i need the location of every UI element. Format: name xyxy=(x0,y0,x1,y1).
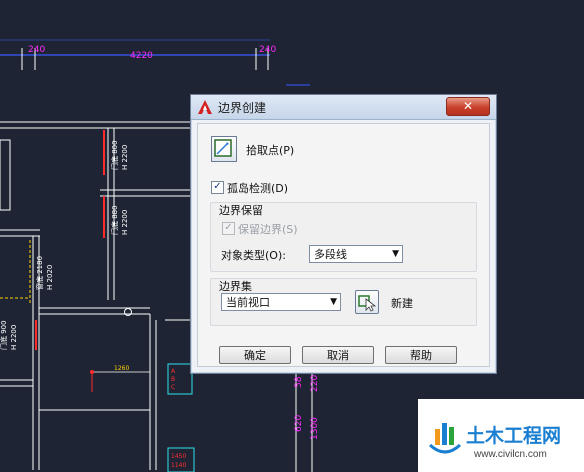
close-button[interactable]: ✕ xyxy=(446,97,490,116)
side-label-c: C xyxy=(171,384,175,391)
retain-boundary-label: 保留边界(S) xyxy=(238,223,298,236)
side-label-a: A xyxy=(171,368,176,375)
dim-1300: 1300 xyxy=(310,417,320,440)
dim-58: 58 xyxy=(294,376,304,388)
dialog-title: 边界创建 xyxy=(218,101,267,115)
window-annotation-1: 窗底 2180 xyxy=(35,256,44,290)
dim-220: 220 xyxy=(310,375,320,392)
door-annotation-1: 门底 800 xyxy=(110,140,119,170)
door-annotation-6: H 2200 xyxy=(10,325,18,350)
dim-label-240-left: 240 xyxy=(28,45,45,55)
door-marks xyxy=(35,130,105,350)
side-label-1140: 1140 xyxy=(171,462,186,469)
watermark-url: www.civilcn.com xyxy=(474,449,547,460)
dim-label-240-right: 240 xyxy=(259,45,276,55)
dialog-titlebar[interactable]: 边界创建 ✕ xyxy=(191,95,496,120)
side-label-1450: 1450 xyxy=(171,453,186,460)
chevron-down-icon: ▼ xyxy=(330,297,337,307)
boundary-set-select[interactable]: 当前视口 ▼ xyxy=(221,293,341,311)
dim-label-4220: 4220 xyxy=(130,51,153,61)
walls xyxy=(0,121,190,470)
boundary-retention-group: 边界保留 ✓ 保留边界(S) 对象类型(O): 多段线 ▼ xyxy=(210,202,477,272)
window-annotation-2: H 2020 xyxy=(46,265,54,290)
boundary-retention-group-label: 边界保留 xyxy=(219,204,263,217)
pick-points-button[interactable] xyxy=(211,136,237,162)
top-dimension: 240 4220 240 xyxy=(0,39,276,70)
pick-points-label: 拾取点(P) xyxy=(246,144,295,157)
select-objects-icon xyxy=(358,295,377,312)
chevron-down-icon: ▼ xyxy=(392,249,399,259)
interior-dimension: 1260 xyxy=(90,365,150,392)
boundary-set-value: 当前视口 xyxy=(226,296,270,309)
boundary-creation-dialog: 边界创建 ✕ 拾取点(P) ✓ 孤岛检测(D) 边界保留 ✓ 保留边界(S) 对… xyxy=(190,94,497,374)
door-annotations: 门底 800 H 2200 门底 880 H 2200 窗底 2180 H 20… xyxy=(0,140,129,350)
dim-620: 620 xyxy=(294,415,304,432)
boundary-set-group-label: 边界集 xyxy=(219,280,252,293)
door-annotation-2: H 2200 xyxy=(121,145,129,170)
cancel-button[interactable]: 取消 xyxy=(302,346,374,364)
dim-label-1260: 1260 xyxy=(114,365,129,372)
cyan-label-block-1: A B C xyxy=(167,363,193,395)
watermark-brand: 土木工程网 xyxy=(466,425,562,447)
island-detection-label: 孤岛检测(D) xyxy=(227,182,289,195)
civilcn-logo-icon xyxy=(428,423,462,454)
side-label-b: B xyxy=(171,376,175,383)
object-type-select[interactable]: 多段线 ▼ xyxy=(309,245,403,263)
new-boundary-set-button[interactable] xyxy=(355,290,379,314)
ok-button[interactable]: 确定 xyxy=(219,346,291,364)
dialog-body: 拾取点(P) ✓ 孤岛检测(D) 边界保留 ✓ 保留边界(S) 对象类型(O):… xyxy=(197,123,490,367)
autocad-logo-icon xyxy=(198,100,212,114)
pick-point-icon xyxy=(214,139,232,157)
boundary-set-group: 边界集 当前视口 ▼ 新建 xyxy=(210,278,477,326)
door-annotation-5: 门底 900 xyxy=(0,320,8,350)
window-marks xyxy=(0,240,31,305)
cyan-label-block-2: 1450 1140 xyxy=(167,447,195,472)
close-icon: ✕ xyxy=(462,99,474,113)
help-button[interactable]: 帮助 xyxy=(385,346,457,364)
retain-boundary-checkbox[interactable]: ✓ xyxy=(222,222,235,235)
object-type-label: 对象类型(O): xyxy=(221,249,286,262)
site-watermark: 土木工程网 www.civilcn.com xyxy=(418,399,584,472)
object-type-value: 多段线 xyxy=(314,248,347,261)
island-detection-checkbox[interactable]: ✓ xyxy=(211,181,224,194)
new-boundary-set-label: 新建 xyxy=(391,297,413,310)
door-annotation-3: 门底 880 xyxy=(110,205,119,235)
door-annotation-4: H 2200 xyxy=(121,210,129,235)
